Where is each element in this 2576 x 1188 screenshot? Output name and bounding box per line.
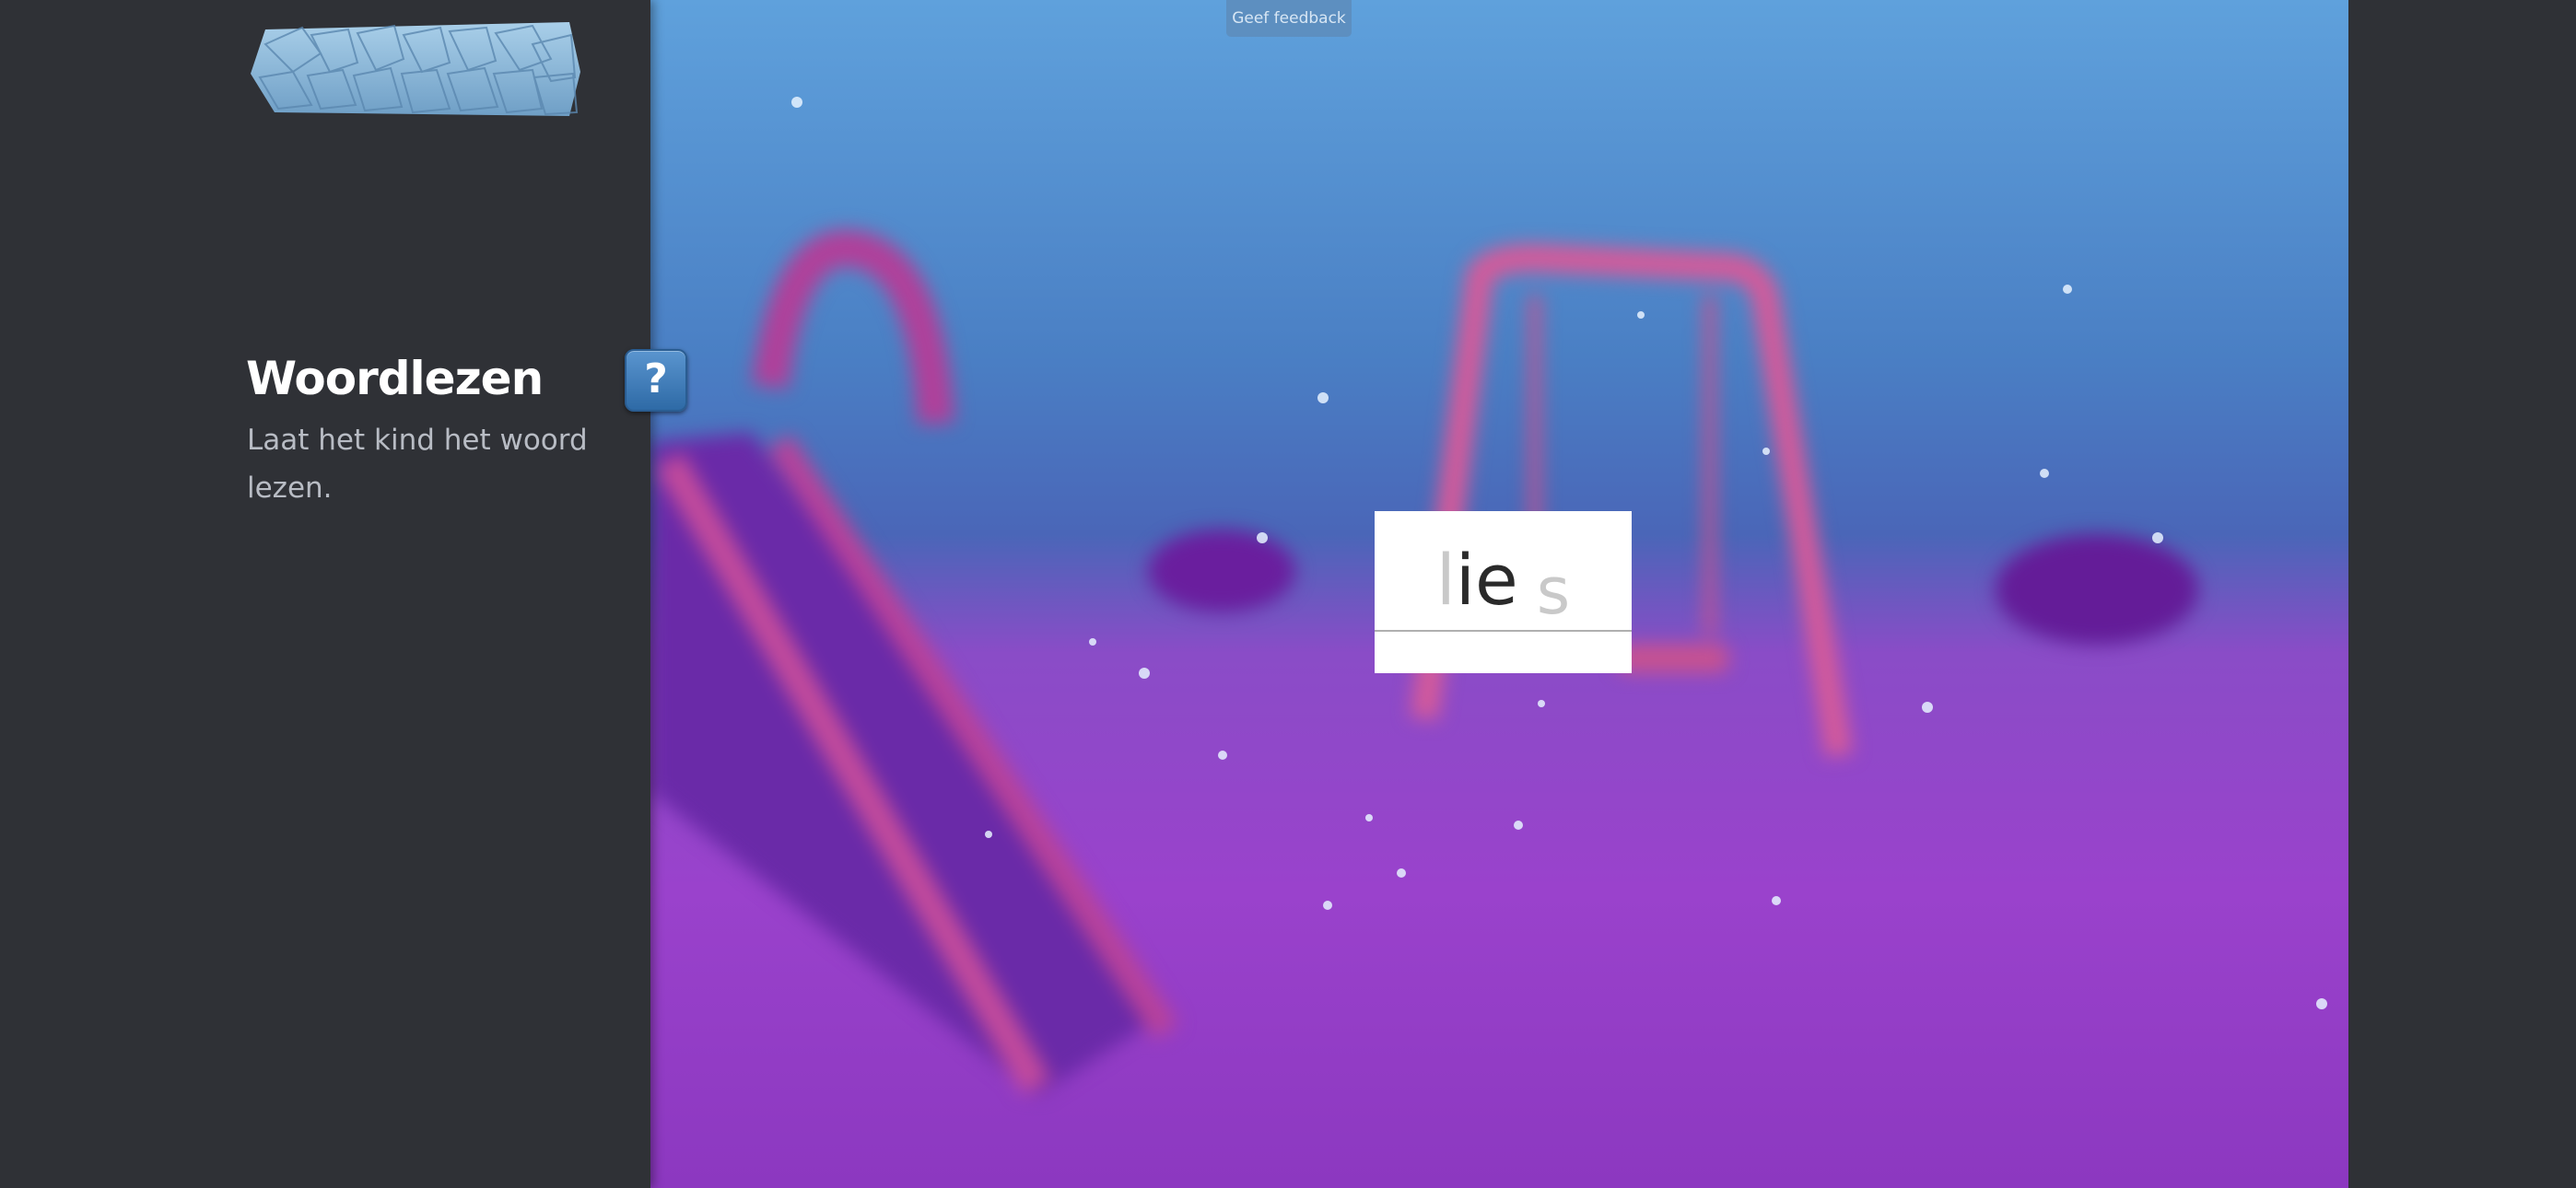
letter-s: s [1536,553,1571,629]
sidebar: Woordlezen Laat het kind het woord lezen… [0,0,650,1188]
word-card: lie s [1375,511,1632,673]
page-title: Woordlezen [246,352,544,405]
right-margin [2348,0,2576,1188]
writing-baseline [1375,630,1632,632]
feedback-button[interactable]: Geef feedback [1226,0,1352,37]
logo-image [251,22,580,116]
letter-ie: ie [1455,539,1518,621]
word-display: lie s [1375,539,1632,629]
instruction-text: Laat het kind het woord lezen. [247,424,588,505]
playground-background: lie s [650,0,2348,1188]
letter-l: l [1435,539,1456,621]
help-button[interactable]: ? [625,349,687,412]
